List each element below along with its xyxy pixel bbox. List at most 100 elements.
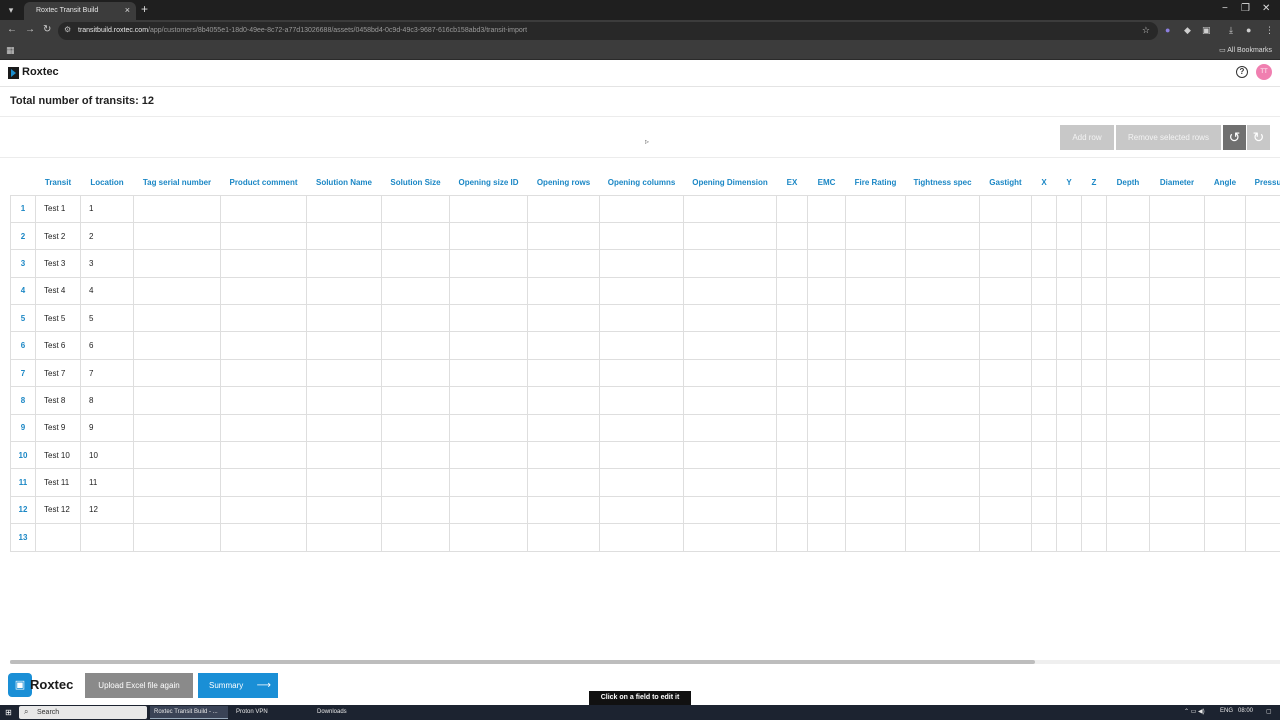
empty-cell[interactable] <box>979 495 1032 525</box>
empty-cell[interactable] <box>1204 331 1246 360</box>
taskbar-app-proton-vpn[interactable]: Proton VPN <box>232 706 310 719</box>
empty-cell[interactable] <box>1106 221 1150 251</box>
empty-cell[interactable] <box>845 441 906 470</box>
empty-cell[interactable] <box>599 413 684 443</box>
clock[interactable]: 08:00 <box>1238 708 1253 714</box>
empty-cell[interactable] <box>449 249 528 278</box>
empty-cell[interactable] <box>1245 276 1280 306</box>
taskbar-app-downloads[interactable]: Downloads <box>313 706 391 719</box>
empty-cell[interactable] <box>776 249 808 278</box>
empty-cell[interactable] <box>1031 413 1057 443</box>
column-header[interactable]: Z <box>1082 170 1107 195</box>
empty-cell[interactable] <box>306 331 382 360</box>
empty-cell[interactable] <box>905 358 980 388</box>
location-cell[interactable]: 11 <box>80 468 134 497</box>
table-row[interactable]: 13 <box>10 523 1280 552</box>
empty-cell[interactable] <box>1081 386 1107 415</box>
transit-cell[interactable]: Test 11 <box>35 468 81 497</box>
empty-cell[interactable] <box>1204 221 1246 251</box>
empty-cell[interactable] <box>220 413 307 443</box>
empty-cell[interactable] <box>905 194 980 223</box>
empty-cell[interactable] <box>449 331 528 360</box>
empty-cell[interactable] <box>776 304 808 333</box>
empty-cell[interactable] <box>1106 331 1150 360</box>
empty-cell[interactable] <box>845 386 906 415</box>
empty-cell[interactable] <box>220 523 307 552</box>
location-cell[interactable]: 12 <box>80 495 134 525</box>
empty-cell[interactable] <box>381 495 450 525</box>
empty-cell[interactable] <box>527 495 600 525</box>
empty-cell[interactable] <box>220 358 307 388</box>
empty-cell[interactable] <box>133 523 221 552</box>
transit-cell[interactable]: Test 4 <box>35 276 81 306</box>
empty-cell[interactable] <box>1056 441 1082 470</box>
empty-cell[interactable] <box>1149 441 1205 470</box>
empty-cell[interactable] <box>845 413 906 443</box>
empty-cell[interactable] <box>845 249 906 278</box>
empty-cell[interactable] <box>381 331 450 360</box>
transit-cell[interactable]: Test 9 <box>35 413 81 443</box>
row-number[interactable]: 7 <box>10 358 36 388</box>
empty-cell[interactable] <box>133 468 221 497</box>
column-header[interactable]: Tightness spec <box>906 170 980 195</box>
empty-cell[interactable] <box>807 495 846 525</box>
empty-cell[interactable] <box>599 495 684 525</box>
empty-cell[interactable] <box>1245 249 1280 278</box>
empty-cell[interactable] <box>449 276 528 306</box>
user-avatar[interactable]: TT <box>1256 64 1272 80</box>
empty-cell[interactable] <box>1106 358 1150 388</box>
empty-cell[interactable] <box>449 523 528 552</box>
empty-cell[interactable] <box>1245 331 1280 360</box>
location-cell[interactable]: 3 <box>80 249 134 278</box>
location-cell[interactable]: 2 <box>80 221 134 251</box>
empty-cell[interactable] <box>683 468 777 497</box>
empty-cell[interactable] <box>1245 441 1280 470</box>
empty-cell[interactable] <box>1056 523 1082 552</box>
column-header[interactable]: Product comment <box>221 170 307 195</box>
empty-cell[interactable] <box>1081 194 1107 223</box>
empty-cell[interactable] <box>381 358 450 388</box>
empty-cell[interactable] <box>527 331 600 360</box>
empty-cell[interactable] <box>905 221 980 251</box>
empty-cell[interactable] <box>776 386 808 415</box>
empty-cell[interactable] <box>807 221 846 251</box>
empty-cell[interactable] <box>1204 249 1246 278</box>
column-header[interactable]: Gastight <box>980 170 1032 195</box>
empty-cell[interactable] <box>845 194 906 223</box>
empty-cell[interactable] <box>1149 331 1205 360</box>
table-row[interactable]: 12 Test 12 12 <box>10 495 1280 525</box>
empty-cell[interactable] <box>1031 523 1057 552</box>
empty-cell[interactable] <box>1149 358 1205 388</box>
empty-cell[interactable] <box>776 413 808 443</box>
empty-cell[interactable] <box>133 495 221 525</box>
empty-cell[interactable] <box>306 468 382 497</box>
empty-cell[interactable] <box>905 413 980 443</box>
empty-cell[interactable] <box>599 249 684 278</box>
empty-cell[interactable] <box>1106 194 1150 223</box>
empty-cell[interactable] <box>1056 276 1082 306</box>
column-header[interactable]: Tag serial number <box>134 170 221 195</box>
empty-cell[interactable] <box>1081 468 1107 497</box>
empty-cell[interactable] <box>979 441 1032 470</box>
empty-cell[interactable] <box>845 221 906 251</box>
empty-cell[interactable] <box>133 358 221 388</box>
empty-cell[interactable] <box>1245 304 1280 333</box>
empty-cell[interactable] <box>220 386 307 415</box>
location-cell[interactable]: 7 <box>80 358 134 388</box>
empty-cell[interactable] <box>306 495 382 525</box>
empty-cell[interactable] <box>905 276 980 306</box>
empty-cell[interactable] <box>1056 331 1082 360</box>
empty-cell[interactable] <box>979 221 1032 251</box>
empty-cell[interactable] <box>1204 523 1246 552</box>
empty-cell[interactable] <box>599 221 684 251</box>
empty-cell[interactable] <box>905 249 980 278</box>
column-header[interactable]: EMC <box>808 170 846 195</box>
column-header[interactable]: X <box>1032 170 1057 195</box>
close-window-button[interactable]: ✕ <box>1262 3 1270 14</box>
empty-cell[interactable] <box>220 221 307 251</box>
help-icon[interactable]: ? <box>1236 66 1248 78</box>
empty-cell[interactable] <box>381 249 450 278</box>
empty-cell[interactable] <box>1204 468 1246 497</box>
empty-cell[interactable] <box>1056 413 1082 443</box>
empty-cell[interactable] <box>306 386 382 415</box>
